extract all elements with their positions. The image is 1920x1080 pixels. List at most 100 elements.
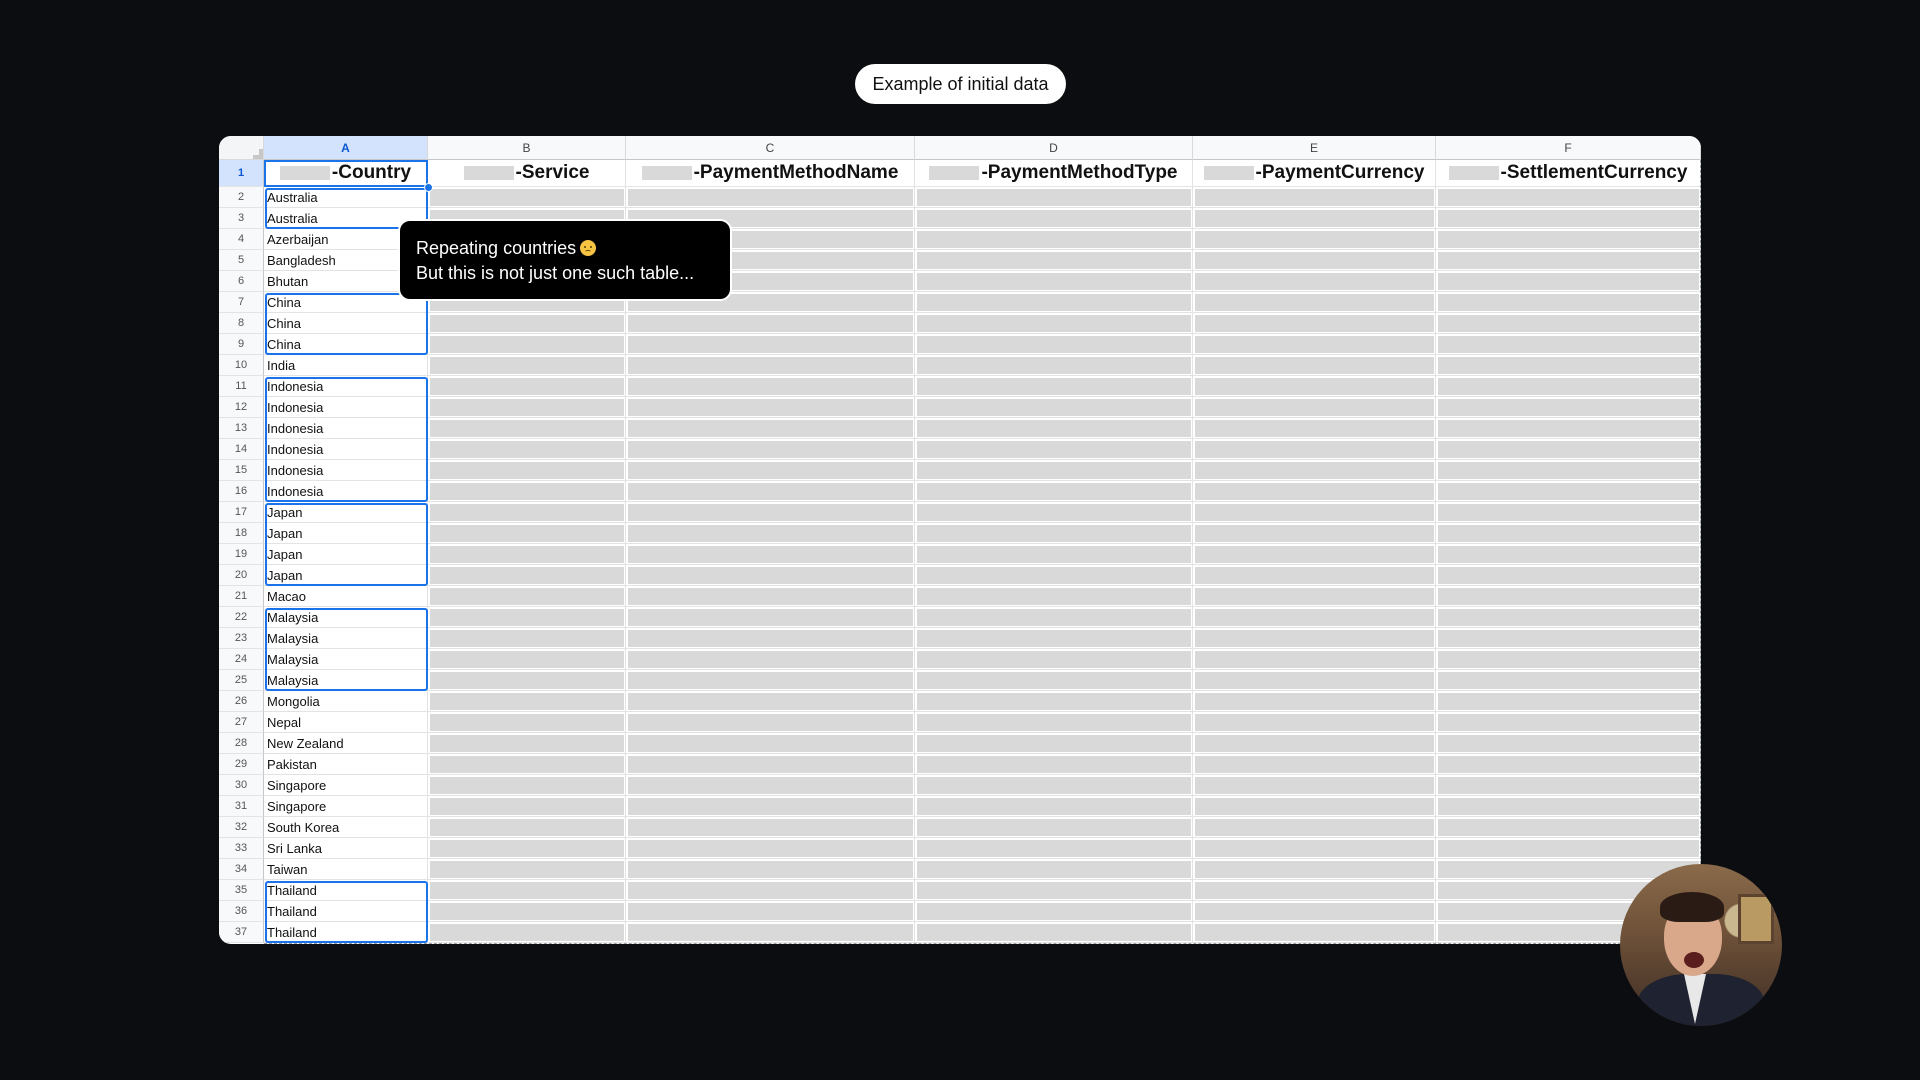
row-header-18[interactable]: 18: [219, 523, 264, 544]
row-header-24[interactable]: 24: [219, 649, 264, 670]
row-header-10[interactable]: 10: [219, 355, 264, 376]
row-header-28[interactable]: 28: [219, 733, 264, 754]
fill-handle[interactable]: [424, 183, 433, 192]
country-cell[interactable]: Macao: [264, 586, 428, 607]
row-header-12[interactable]: 12: [219, 397, 264, 418]
country-cell[interactable]: Australia: [264, 187, 428, 208]
country-cell[interactable]: Thailand: [264, 901, 428, 922]
worried-face-icon: [580, 240, 597, 256]
row-header-23[interactable]: 23: [219, 628, 264, 649]
redacted-value: [1195, 588, 1434, 605]
row-header-21[interactable]: 21: [219, 586, 264, 607]
row-header-5[interactable]: 5: [219, 250, 264, 271]
column-header-e[interactable]: E: [1193, 136, 1436, 160]
header-cell-f[interactable]: -SettlementCurrency: [1436, 160, 1701, 187]
country-cell[interactable]: Singapore: [264, 775, 428, 796]
country-cell[interactable]: Thailand: [264, 880, 428, 901]
row-header-15[interactable]: 15: [219, 460, 264, 481]
country-cell[interactable]: Pakistan: [264, 754, 428, 775]
redacted-value: [917, 462, 1191, 479]
country-cell[interactable]: Thailand: [264, 922, 428, 943]
header-cell-d[interactable]: -PaymentMethodType: [915, 160, 1193, 187]
redacted-value: [917, 861, 1191, 878]
column-header-f[interactable]: F: [1436, 136, 1701, 160]
redacted-value: [628, 462, 913, 479]
redacted-value: [1438, 609, 1699, 626]
row-header-1[interactable]: 1: [219, 160, 264, 187]
header-cell-e[interactable]: -PaymentCurrency: [1193, 160, 1436, 187]
row-header-26[interactable]: 26: [219, 691, 264, 712]
redacted-value: [1195, 483, 1434, 500]
row-header-4[interactable]: 4: [219, 229, 264, 250]
redacted-value: [628, 819, 913, 836]
header-cell-c[interactable]: -PaymentMethodName: [626, 160, 915, 187]
country-cell[interactable]: Japan: [264, 565, 428, 586]
country-cell[interactable]: Japan: [264, 502, 428, 523]
select-all-corner[interactable]: [219, 136, 264, 160]
country-cell[interactable]: Indonesia: [264, 376, 428, 397]
country-cell[interactable]: Singapore: [264, 796, 428, 817]
row-header-20[interactable]: 20: [219, 565, 264, 586]
country-cell[interactable]: Indonesia: [264, 481, 428, 502]
country-cell[interactable]: India: [264, 355, 428, 376]
redacted-value: [1438, 462, 1699, 479]
row-header-27[interactable]: 27: [219, 712, 264, 733]
row-header-11[interactable]: 11: [219, 376, 264, 397]
row-header-8[interactable]: 8: [219, 313, 264, 334]
row-header-30[interactable]: 30: [219, 775, 264, 796]
row-header-3[interactable]: 3: [219, 208, 264, 229]
row-header-29[interactable]: 29: [219, 754, 264, 775]
row-header-36[interactable]: 36: [219, 901, 264, 922]
column-header-c[interactable]: C: [626, 136, 915, 160]
header-cell-b[interactable]: -Service: [428, 160, 626, 187]
country-cell[interactable]: Indonesia: [264, 460, 428, 481]
column-header-d[interactable]: D: [915, 136, 1193, 160]
redacted-value: [1438, 336, 1699, 353]
country-cell[interactable]: China: [264, 334, 428, 355]
row-header-31[interactable]: 31: [219, 796, 264, 817]
country-cell[interactable]: China: [264, 313, 428, 334]
country-cell[interactable]: Indonesia: [264, 439, 428, 460]
country-cell[interactable]: South Korea: [264, 817, 428, 838]
row-header-37[interactable]: 37: [219, 922, 264, 943]
redacted-value: [917, 924, 1191, 941]
country-cell[interactable]: Malaysia: [264, 607, 428, 628]
row-header-7[interactable]: 7: [219, 292, 264, 313]
country-cell[interactable]: Malaysia: [264, 670, 428, 691]
redacted-value: [1438, 504, 1699, 521]
country-cell[interactable]: Japan: [264, 523, 428, 544]
redacted-value: [1195, 231, 1434, 248]
country-cell[interactable]: Mongolia: [264, 691, 428, 712]
redacted-value: [917, 903, 1191, 920]
row-header-32[interactable]: 32: [219, 817, 264, 838]
row-header-13[interactable]: 13: [219, 418, 264, 439]
row-header-6[interactable]: 6: [219, 271, 264, 292]
country-cell[interactable]: Sri Lanka: [264, 838, 428, 859]
row-header-22[interactable]: 22: [219, 607, 264, 628]
row-header-9[interactable]: 9: [219, 334, 264, 355]
redacted-value: [430, 924, 624, 941]
row-header-33[interactable]: 33: [219, 838, 264, 859]
redacted-value: [917, 504, 1191, 521]
redacted-value: [430, 567, 624, 584]
column-header-b[interactable]: B: [428, 136, 626, 160]
country-cell[interactable]: Malaysia: [264, 628, 428, 649]
row-header-25[interactable]: 25: [219, 670, 264, 691]
row-header-19[interactable]: 19: [219, 544, 264, 565]
country-cell[interactable]: Indonesia: [264, 418, 428, 439]
header-cell-a[interactable]: -Country: [264, 160, 428, 187]
country-cell[interactable]: Malaysia: [264, 649, 428, 670]
country-cell[interactable]: Nepal: [264, 712, 428, 733]
column-header-a[interactable]: A: [264, 136, 428, 160]
country-cell[interactable]: Taiwan: [264, 859, 428, 880]
country-cell[interactable]: Indonesia: [264, 397, 428, 418]
row-header-34[interactable]: 34: [219, 859, 264, 880]
row-header-17[interactable]: 17: [219, 502, 264, 523]
row-header-35[interactable]: 35: [219, 880, 264, 901]
copy-range-border-right: [1700, 160, 1701, 944]
country-cell[interactable]: New Zealand: [264, 733, 428, 754]
country-cell[interactable]: Japan: [264, 544, 428, 565]
row-header-16[interactable]: 16: [219, 481, 264, 502]
row-header-2[interactable]: 2: [219, 187, 264, 208]
row-header-14[interactable]: 14: [219, 439, 264, 460]
